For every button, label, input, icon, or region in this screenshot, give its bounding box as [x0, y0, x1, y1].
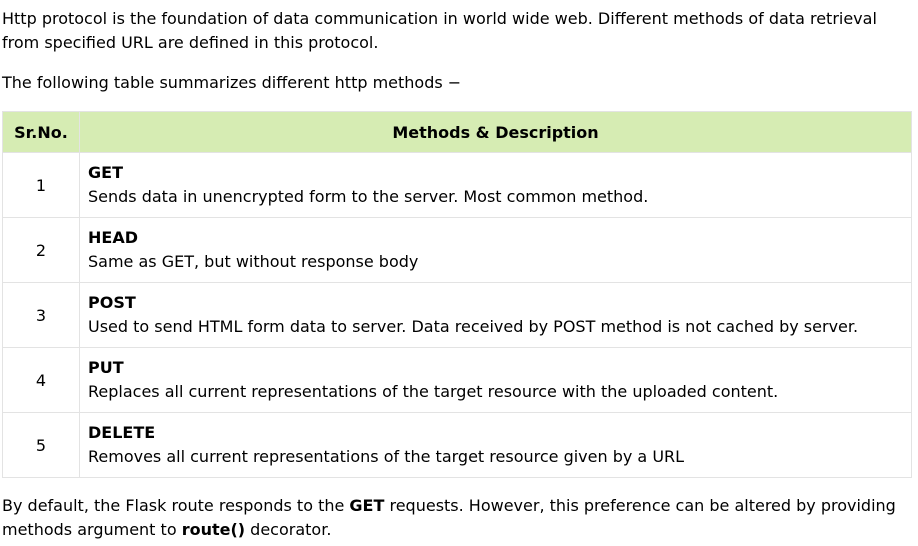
method-description: Same as GET, but without response body: [88, 252, 419, 271]
row-content: POST Used to send HTML form data to serv…: [79, 282, 912, 348]
table-row: 4 PUT Replaces all current representatio…: [2, 347, 912, 413]
table-row: 3 POST Used to send HTML form data to se…: [2, 282, 912, 348]
method-description: Removes all current representations of t…: [88, 447, 685, 466]
method-description: Replaces all current representations of …: [88, 382, 779, 401]
table-intro-paragraph: The following table summarizes different…: [2, 73, 462, 92]
table-row: 1 GET Sends data in unencrypted form to …: [2, 152, 912, 218]
intro-paragraph: Http protocol is the foundation of data …: [2, 9, 877, 52]
method-name: POST: [88, 293, 136, 312]
row-number: 2: [2, 217, 80, 283]
closing-text-3: decorator.: [245, 520, 332, 539]
method-description: Sends data in unencrypted form to the se…: [88, 187, 649, 206]
method-name: DELETE: [88, 423, 156, 442]
article-content: Http protocol is the foundation of data …: [0, 0, 918, 546]
route-keyword: route(): [181, 520, 246, 539]
row-number: 5: [2, 412, 80, 478]
http-methods-table: Sr.No. Methods & Description 1 GET Sends…: [2, 111, 912, 478]
row-number: 3: [2, 282, 80, 348]
method-name: GET: [88, 163, 123, 182]
row-content: GET Sends data in unencrypted form to th…: [79, 152, 912, 218]
method-description: Used to send HTML form data to server. D…: [88, 317, 859, 336]
header-sr-no: Sr.No.: [2, 111, 80, 153]
get-keyword: GET: [349, 496, 385, 515]
header-methods-description: Methods & Description: [79, 111, 912, 153]
closing-paragraph: By default, the Flask route responds to …: [0, 494, 916, 542]
row-number: 1: [2, 152, 80, 218]
row-content: PUT Replaces all current representations…: [79, 347, 912, 413]
table-header-row: Sr.No. Methods & Description: [2, 111, 912, 153]
table-row: 2 HEAD Same as GET, but without response…: [2, 217, 912, 283]
row-content: HEAD Same as GET, but without response b…: [79, 217, 912, 283]
closing-text-1: By default, the Flask route responds to …: [2, 496, 350, 515]
method-name: PUT: [88, 358, 124, 377]
table-row: 5 DELETE Removes all current representat…: [2, 412, 912, 478]
method-name: HEAD: [88, 228, 138, 247]
row-content: DELETE Removes all current representatio…: [79, 412, 912, 478]
row-number: 4: [2, 347, 80, 413]
